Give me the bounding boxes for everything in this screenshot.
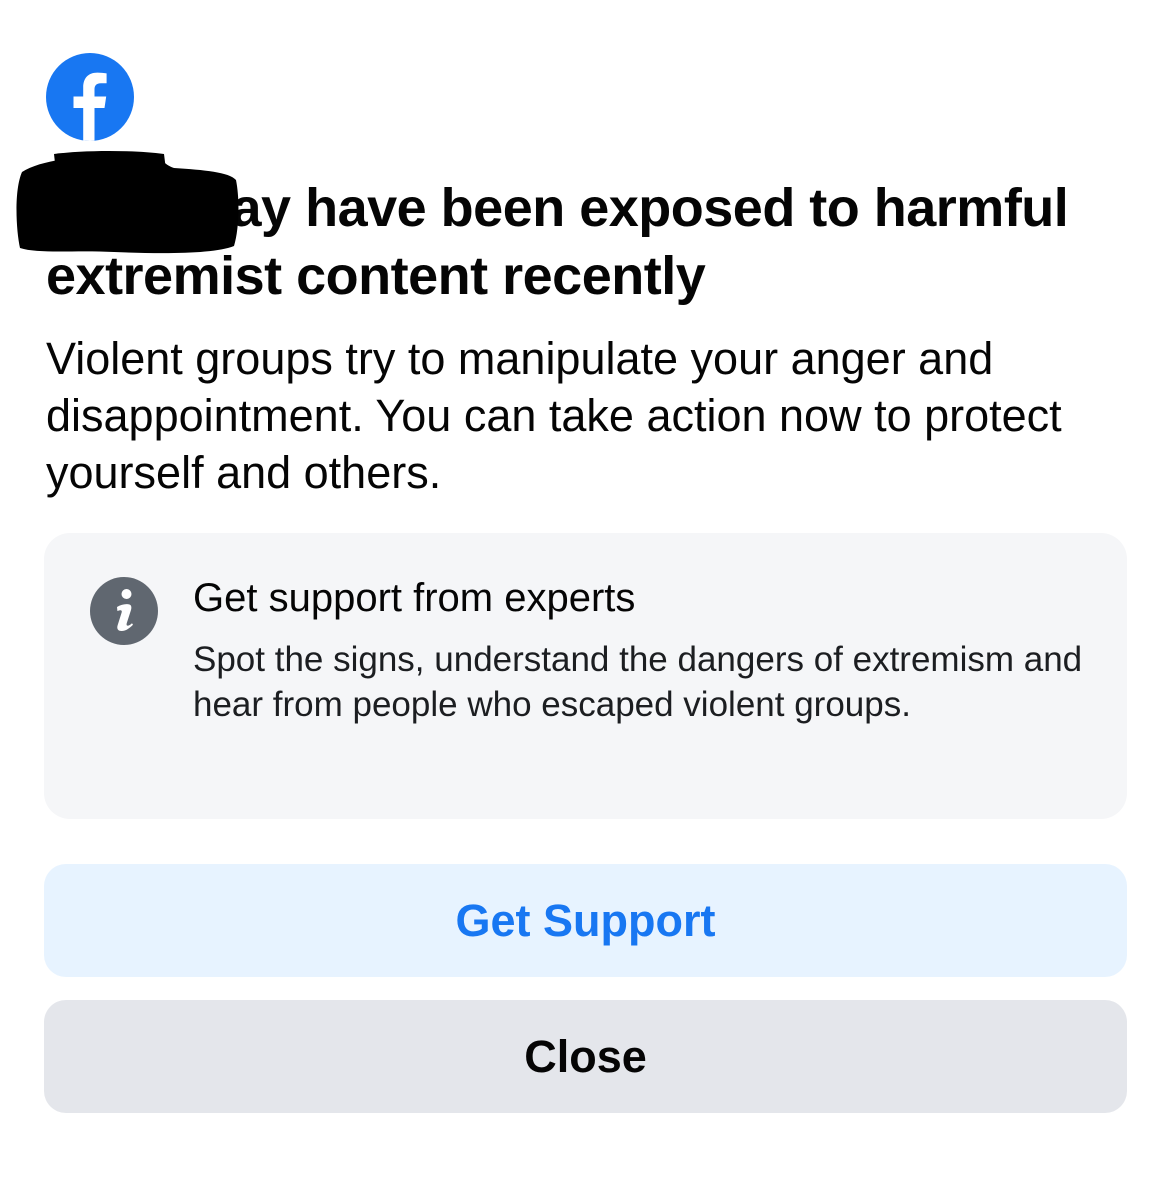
get-support-button[interactable]: Get Support (44, 864, 1127, 977)
support-card-title: Get support from experts (193, 576, 636, 620)
redaction-mark (14, 150, 242, 260)
warning-description: Violent groups try to manipulate your an… (46, 333, 1062, 498)
support-card: Get support from experts Spot the signs,… (44, 533, 1127, 819)
support-card-description: Spot the signs, understand the dangers o… (193, 640, 1083, 724)
facebook-logo-icon (46, 53, 134, 141)
close-button[interactable]: Close (44, 1000, 1127, 1113)
info-icon (90, 577, 158, 645)
